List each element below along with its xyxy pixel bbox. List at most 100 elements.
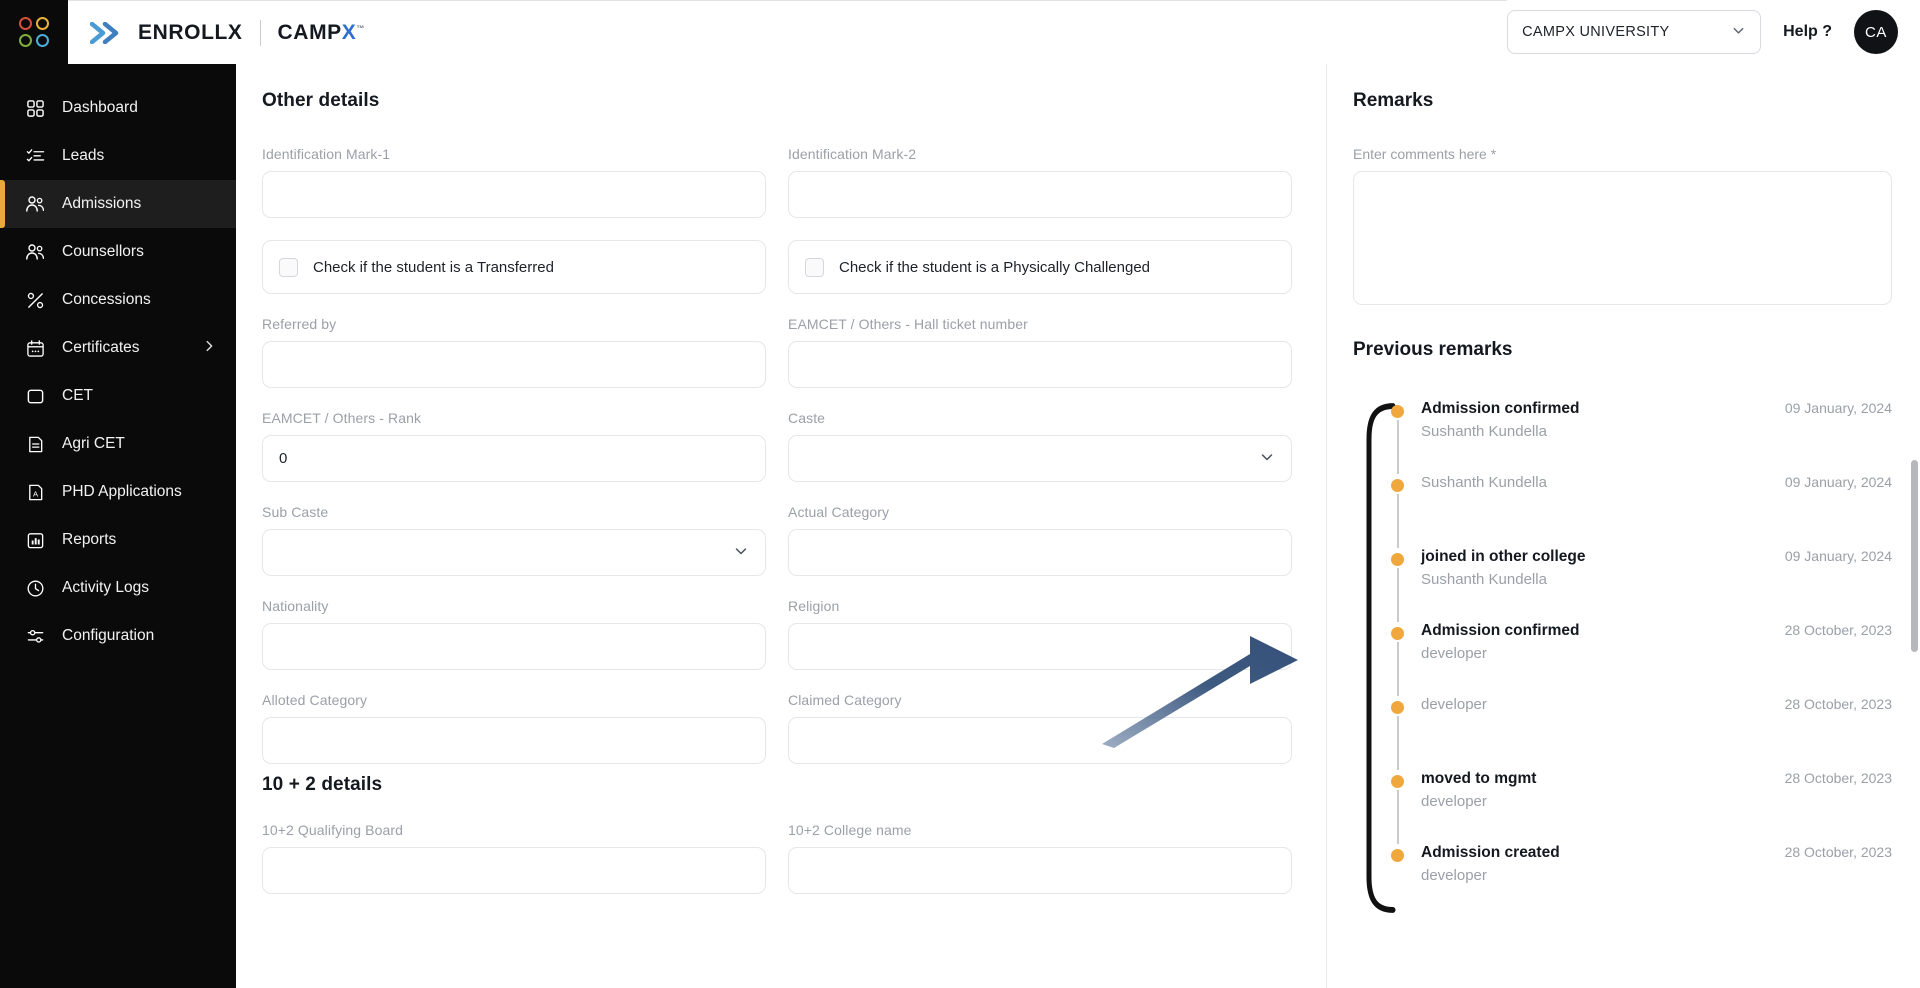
timeline-item[interactable]: developer 28 October, 2023 — [1377, 695, 1892, 770]
timeline-body: Admission confirmed developer — [1421, 621, 1773, 664]
sidebar-item-configuration[interactable]: Configuration — [0, 612, 236, 660]
bar-chart-icon — [24, 529, 46, 551]
timeline-user: developer — [1421, 696, 1487, 713]
field-qualifying-board: 10+2 Qualifying Board — [262, 822, 766, 894]
field-eamcet-rank: EAMCET / Others - Rank 0 — [262, 410, 766, 482]
brand-divider — [259, 19, 261, 46]
university-select[interactable]: CAMPX UNIVERSITY — [1507, 10, 1762, 54]
sidebar-item-agri-cet[interactable]: Agri CET — [0, 420, 236, 468]
physically-challenged-checkbox-row[interactable]: Check if the student is a Physically Cha… — [788, 240, 1292, 294]
remarks-title: Remarks — [1353, 90, 1434, 111]
timeline-body: Sushanth Kundella — [1421, 473, 1773, 493]
alloted-category-input[interactable] — [262, 717, 766, 764]
timeline-item[interactable]: joined in other college Sushanth Kundell… — [1377, 547, 1892, 622]
document-a-icon: A — [24, 481, 46, 503]
timeline-body: Admission confirmed Sushanth Kundella — [1421, 399, 1773, 442]
four-dots-grid-icon — [19, 17, 49, 47]
clock-icon — [24, 577, 46, 599]
claimed-category-input[interactable] — [788, 717, 1292, 764]
field-nationality: Nationality — [262, 598, 766, 670]
sidebar-item-dashboard[interactable]: Dashboard — [0, 84, 236, 132]
chevron-right-icon — [202, 339, 216, 358]
document-lines-icon — [24, 433, 46, 455]
comments-label: Enter comments here * — [1353, 146, 1892, 162]
sidebar-item-certificates[interactable]: Certificates — [0, 324, 236, 372]
brand-campx: CAMPX™ — [278, 21, 365, 45]
sidebar-item-counsellors[interactable]: Counsellors — [0, 228, 236, 276]
religion-input[interactable] — [788, 623, 1292, 670]
timeline-item[interactable]: Admission created developer 28 October, … — [1377, 843, 1892, 917]
transferred-student-checkbox[interactable] — [279, 257, 298, 277]
required-marker: * — [1490, 146, 1497, 162]
field-label: Religion — [788, 598, 840, 614]
sidebar-item-activity-logs[interactable]: Activity Logs — [0, 564, 236, 612]
avatar[interactable]: CA — [1854, 10, 1898, 54]
timeline-dot-icon — [1391, 627, 1404, 640]
grid-dashboard-icon — [24, 97, 46, 119]
timeline-connector — [1397, 642, 1399, 696]
app-logo[interactable] — [0, 0, 68, 64]
field-claimed-category: Claimed Category — [788, 692, 1292, 764]
field-college-name: 10+2 College name — [788, 822, 1292, 894]
field-caste: Caste — [788, 410, 1292, 482]
timeline-heading: Admission confirmed — [1421, 400, 1580, 417]
scrollbar-thumb[interactable] — [1911, 460, 1918, 652]
calendar-icon — [24, 337, 46, 359]
sub-caste-select[interactable] — [262, 529, 766, 576]
sidebar-item-reports[interactable]: Reports — [0, 516, 236, 564]
sidebar-item-phd-applications[interactable]: A PHD Applications — [0, 468, 236, 516]
identification-mark-2-input[interactable] — [788, 171, 1292, 218]
double-chevron-icon — [90, 21, 124, 44]
field-label: Identification Mark-1 — [262, 146, 391, 162]
hall-ticket-number-input[interactable] — [788, 341, 1292, 388]
field-label: Sub Caste — [262, 504, 329, 520]
qualifying-board-input[interactable] — [262, 847, 766, 894]
brand-campx-accent: X — [341, 20, 357, 44]
help-button[interactable]: Help ? — [1783, 23, 1832, 41]
eamcet-rank-input[interactable]: 0 — [262, 435, 766, 482]
timeline-dot-icon — [1391, 849, 1404, 862]
page-title: Other details — [262, 90, 380, 111]
identification-mark-1-input[interactable] — [262, 171, 766, 218]
sidebar-item-cet[interactable]: CET — [0, 372, 236, 420]
field-label: 10+2 Qualifying Board — [262, 822, 404, 838]
timeline-item[interactable]: Admission confirmed Sushanth Kundella 09… — [1377, 399, 1892, 474]
svg-text:A: A — [32, 489, 38, 498]
timeline-heading: joined in other college — [1421, 548, 1586, 565]
timeline-date: 28 October, 2023 — [1784, 622, 1892, 638]
sidebar-item-leads[interactable]: Leads — [0, 132, 236, 180]
field-label: Nationality — [262, 598, 329, 614]
sidebar-item-admissions[interactable]: Admissions — [0, 180, 236, 228]
users-icon — [24, 241, 46, 263]
transferred-student-checkbox-row[interactable]: Check if the student is a Transferred — [262, 240, 766, 294]
timeline-item[interactable]: moved to mgmt developer 28 October, 2023 — [1377, 769, 1892, 844]
timeline-heading: Admission created — [1421, 844, 1560, 861]
comments-textarea[interactable] — [1353, 171, 1892, 305]
referred-by-input[interactable] — [262, 341, 766, 388]
timeline-connector — [1397, 716, 1399, 770]
comments-label-text: Enter comments here — [1353, 146, 1487, 162]
timeline-item[interactable]: Admission confirmed developer 28 October… — [1377, 621, 1892, 696]
field-identification-mark-1: Identification Mark-1 — [262, 146, 766, 218]
field-label: Alloted Category — [262, 692, 368, 708]
timeline-item[interactable]: Sushanth Kundella 09 January, 2024 — [1377, 473, 1892, 548]
field-identification-mark-2: Identification Mark-2 — [788, 146, 1292, 218]
caste-select[interactable] — [788, 435, 1292, 482]
sidebar-item-label: Counsellors — [62, 243, 144, 260]
timeline-heading: moved to mgmt — [1421, 770, 1537, 787]
field-label: Caste — [788, 410, 826, 426]
app-root: ENROLLX CAMPX™ CAMPX UNIVERSITY Help ? C… — [0, 0, 1920, 988]
nationality-input[interactable] — [262, 623, 766, 670]
ten-plus-two-section-title: 10 + 2 details — [262, 774, 383, 795]
college-name-input[interactable] — [788, 847, 1292, 894]
timeline-date: 28 October, 2023 — [1784, 844, 1892, 860]
physically-challenged-checkbox[interactable] — [805, 257, 824, 277]
field-referred-by: Referred by — [262, 316, 766, 388]
field-label: Identification Mark-2 — [788, 146, 917, 162]
university-select-value: CAMPX UNIVERSITY — [1522, 24, 1670, 40]
actual-category-input[interactable] — [788, 529, 1292, 576]
sidebar-item-concessions[interactable]: Concessions — [0, 276, 236, 324]
sidebar-item-label: Leads — [62, 147, 105, 164]
sidebar-item-label: Reports — [62, 531, 117, 548]
remarks-panel: Remarks Enter comments here * Previous r… — [1326, 64, 1920, 988]
